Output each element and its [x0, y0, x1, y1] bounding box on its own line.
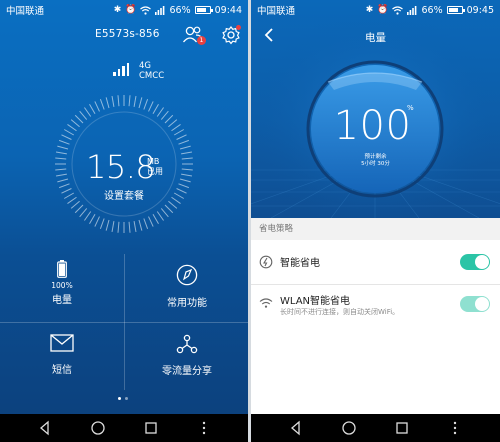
smart-power-saving-row[interactable]: 智能省电 [251, 240, 500, 284]
menu-nav-icon[interactable] [446, 419, 464, 437]
app-header: E5573s-856 1 [0, 22, 248, 50]
battery-level-value: 100 [333, 103, 412, 149]
power-strategy-header: 省电策略 [251, 218, 500, 240]
wlan-power-saving-row[interactable]: WLAN智能省电 长时间不进行连接，则自动关闭WiFi。 [251, 285, 500, 329]
cell-signal-icon [407, 5, 417, 15]
battery-estimate-time: 5小时 30分 [361, 161, 390, 167]
battery-tile-pct: 100% [51, 281, 73, 290]
status-bar-right: 中国联通 ✱ ⏰ 66% 09:45 [251, 0, 500, 20]
data-usage-value: 15.8 [86, 148, 156, 186]
home-nav-icon[interactable] [340, 419, 358, 437]
share-icon [176, 334, 198, 354]
battery-screen: 中国联通 ✱ ⏰ 66% 09:45 电量 100 % 预计剩余 5小时 30分… [251, 0, 500, 442]
wlan-power-saving-desc: 长时间不进行连接，则自动关闭WiFi。 [280, 308, 400, 316]
sms-label: 短信 [52, 365, 72, 376]
navigation-bar [251, 414, 500, 442]
wlan-power-saving-toggle[interactable] [460, 296, 490, 312]
home-nav-icon[interactable] [89, 419, 107, 437]
battery-percent: 66% [421, 4, 443, 16]
smart-power-saving-toggle[interactable] [460, 254, 490, 270]
signal-strength-icon [113, 62, 129, 76]
data-usage-unit: MB 已用 [147, 157, 163, 177]
back-nav-icon[interactable] [36, 419, 54, 437]
device-name: E5573s-856 [95, 28, 160, 40]
carrier-name: 中国联通 [257, 6, 296, 17]
clock: 09:45 [466, 4, 494, 16]
cell-signal-icon [155, 5, 165, 15]
user-count-badge: 1 [197, 36, 206, 45]
smart-power-saving-title: 智能省电 [280, 258, 320, 269]
menu-nav-icon[interactable] [195, 419, 213, 437]
zero-data-share-tile[interactable]: 零流量分享 [125, 334, 248, 402]
usage-unit-top: MB [147, 157, 160, 166]
screenshot-composite: 中国联通 ✱ ⏰ 66% 09:44 E5573s-856 1 4G CMCC … [0, 0, 500, 442]
page-indicator [118, 397, 128, 400]
common-functions-label: 常用功能 [167, 298, 207, 309]
clock: 09:44 [214, 4, 242, 16]
zero-data-share-label: 零流量分享 [162, 366, 212, 377]
notification-dot [236, 25, 241, 30]
alarm-icon: ⏰ [377, 4, 389, 15]
back-nav-icon[interactable] [287, 419, 305, 437]
status-bar: 中国联通 ✱ ⏰ 66% 09:44 [0, 0, 248, 20]
wlan-power-saving-title: WLAN智能省电 [280, 296, 351, 307]
battery-percent-sign: % [407, 104, 414, 112]
sms-tile[interactable]: 短信 [0, 334, 124, 402]
power-save-icon [259, 255, 273, 269]
wifi-icon [259, 298, 273, 308]
battery-status-icon [194, 6, 213, 14]
set-plan-link[interactable]: 设置套餐 [104, 187, 144, 202]
network-info: 4G CMCC [139, 61, 164, 81]
alarm-icon: ⏰ [125, 4, 137, 15]
battery-tile[interactable]: 100% 电量 [0, 260, 124, 328]
network-operator: CMCC [139, 71, 165, 81]
envelope-icon [50, 334, 74, 352]
recents-nav-icon[interactable] [393, 419, 411, 437]
battery-status-icon [446, 6, 465, 14]
battery-tile-label: 电量 [52, 295, 72, 306]
bluetooth-icon: ✱ [365, 4, 374, 15]
compass-icon [176, 264, 198, 286]
wifi-status-icon [392, 5, 404, 15]
bluetooth-icon: ✱ [113, 4, 122, 15]
wifi-status-icon [140, 5, 152, 15]
home-screen: 中国联通 ✱ ⏰ 66% 09:44 E5573s-856 1 4G CMCC … [0, 0, 248, 442]
common-functions-tile[interactable]: 常用功能 [125, 264, 248, 332]
usage-unit-bottom: 已用 [147, 167, 163, 176]
battery-icon [57, 260, 67, 278]
network-type: 4G [139, 61, 151, 71]
carrier-name: 中国联通 [6, 6, 45, 17]
recents-nav-icon[interactable] [142, 419, 160, 437]
navigation-bar [0, 414, 248, 442]
battery-percent: 66% [169, 4, 191, 16]
page-title: 电量 [365, 32, 386, 44]
